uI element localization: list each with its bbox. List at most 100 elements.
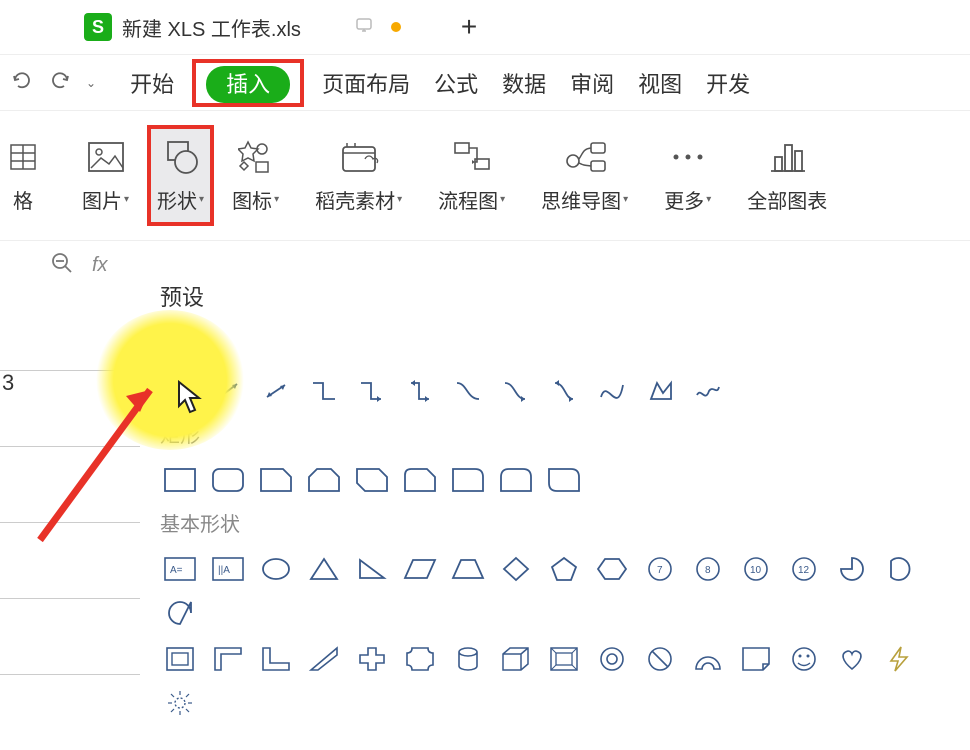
snip-single-rect-shape[interactable] [256,462,296,498]
ribbon-shapes-highlight: 形状▾ [147,125,214,226]
diamond-shape[interactable] [496,551,536,587]
l-shape[interactable] [256,641,296,677]
section-lines: 线条 [160,330,950,359]
undo-button[interactable] [10,68,34,97]
shapes-panel: 预设 线条 矩形 基本形状 A= ||A [140,258,970,731]
folded-corner-shape[interactable] [736,641,776,677]
round-same-side-rect-shape[interactable] [496,462,536,498]
more-icon [665,137,711,177]
snip-same-side-rect-shape[interactable] [304,462,344,498]
rounded-rect-shape[interactable] [208,462,248,498]
plaque-shape[interactable] [400,641,440,677]
no-symbol-shape[interactable] [640,641,680,677]
chord-shape[interactable] [880,551,920,587]
pie-shape[interactable] [832,551,872,587]
shapes-icon [158,137,204,177]
document-tab[interactable]: S 新建 XLS 工作表.xls [70,5,315,50]
parallelogram-shape[interactable] [400,551,440,587]
ribbon-picture[interactable]: 图片▾ [64,137,147,214]
section-rectangles: 矩形 [160,419,950,448]
round-diag-rect-shape[interactable] [544,462,584,498]
hexagon-shape[interactable] [592,551,632,587]
redo-button[interactable] [48,68,72,97]
dodecagon-shape[interactable]: 12 [784,551,824,587]
block-arc-shape[interactable] [688,641,728,677]
can-shape[interactable] [448,641,488,677]
pentagon-shape[interactable] [544,551,584,587]
ribbon-more[interactable]: 更多▾ [646,137,729,214]
ribbon-icons[interactable]: 图标▾ [214,137,297,214]
teardrop-shape[interactable] [160,595,200,631]
trapezoid-shape[interactable] [448,551,488,587]
round-single-rect-shape[interactable] [448,462,488,498]
ribbon-flowchart[interactable]: 流程图▾ [420,137,523,214]
diagonal-stripe-shape[interactable] [304,641,344,677]
tab-page-layout[interactable]: 页面布局 [312,61,420,105]
tab-insert-highlight: 插入 [192,59,304,107]
chart-icon [764,137,810,177]
oval-shape[interactable] [256,551,296,587]
scribble-shape[interactable] [688,373,728,409]
ribbon-table[interactable]: 格 [0,137,64,214]
right-triangle-shape[interactable] [352,551,392,587]
section-preset: 预设 [160,280,950,312]
frame-shape[interactable] [160,641,200,677]
curved-double-arrow-shape[interactable] [544,373,584,409]
modified-dot-icon [391,22,401,32]
fx-label[interactable]: fx [92,254,108,277]
plus-shape[interactable] [352,641,392,677]
ribbon-docer[interactable]: 稻壳素材▾ [297,137,420,214]
sun-shape[interactable] [160,685,200,721]
tab-start[interactable]: 开始 [120,61,184,105]
ribbon-docer-label: 稻壳素材▾ [315,185,402,214]
freeform-shape[interactable] [640,373,680,409]
octagon-shape[interactable]: 8 [688,551,728,587]
zoom-out-icon[interactable] [50,251,74,280]
ribbon-picture-label: 图片▾ [82,185,129,214]
line-arrow-shape[interactable] [208,373,248,409]
flowchart-icon [449,137,495,177]
tab-view[interactable]: 视图 [628,61,692,105]
curved-connector-shape[interactable] [448,373,488,409]
heptagon-shape[interactable]: 7 [640,551,680,587]
ribbon-table-label: 格 [13,185,33,214]
quick-access-dropdown[interactable]: ⌄ [86,76,96,90]
cube-shape[interactable] [496,641,536,677]
ribbon-shapes[interactable]: 形状▾ [157,137,204,214]
curve-shape[interactable] [592,373,632,409]
svg-text:12: 12 [798,565,810,576]
tab-data[interactable]: 数据 [492,61,556,105]
heart-shape[interactable] [832,641,872,677]
half-frame-shape[interactable] [208,641,248,677]
triangle-shape[interactable] [304,551,344,587]
red-arrow-annotation [30,370,180,550]
presence-icon [355,16,373,39]
svg-text:8: 8 [705,565,711,576]
elbow-arrow-shape[interactable] [352,373,392,409]
ribbon-mindmap[interactable]: 思维导图▾ [523,137,646,214]
smiley-shape[interactable] [784,641,824,677]
snip-diag-rect-shape[interactable] [352,462,392,498]
decagon-shape[interactable]: 10 [736,551,776,587]
snip-round-rect-shape[interactable] [400,462,440,498]
app-icon: S [84,13,112,41]
new-tab-button[interactable]: + [461,11,477,43]
basic-row-1: A= ||A 7 8 10 12 [160,551,950,631]
ribbon-all-charts[interactable]: 全部图表 [729,137,845,214]
tab-review[interactable]: 审阅 [560,61,624,105]
curved-arrow-shape[interactable] [496,373,536,409]
svg-text:||A: ||A [218,565,230,576]
textbox-h-shape[interactable]: A= [160,551,200,587]
rectangles-row [160,462,950,498]
tab-developer[interactable]: 开发 [696,61,760,105]
lightning-shape[interactable] [880,641,920,677]
tab-insert[interactable]: 插入 [206,66,290,103]
tab-formulas[interactable]: 公式 [424,61,488,105]
bevel-shape[interactable] [544,641,584,677]
elbow-double-arrow-shape[interactable] [400,373,440,409]
donut-shape[interactable] [592,641,632,677]
line-double-arrow-shape[interactable] [256,373,296,409]
svg-text:A=: A= [170,565,183,576]
textbox-v-shape[interactable]: ||A [208,551,248,587]
elbow-connector-shape[interactable] [304,373,344,409]
